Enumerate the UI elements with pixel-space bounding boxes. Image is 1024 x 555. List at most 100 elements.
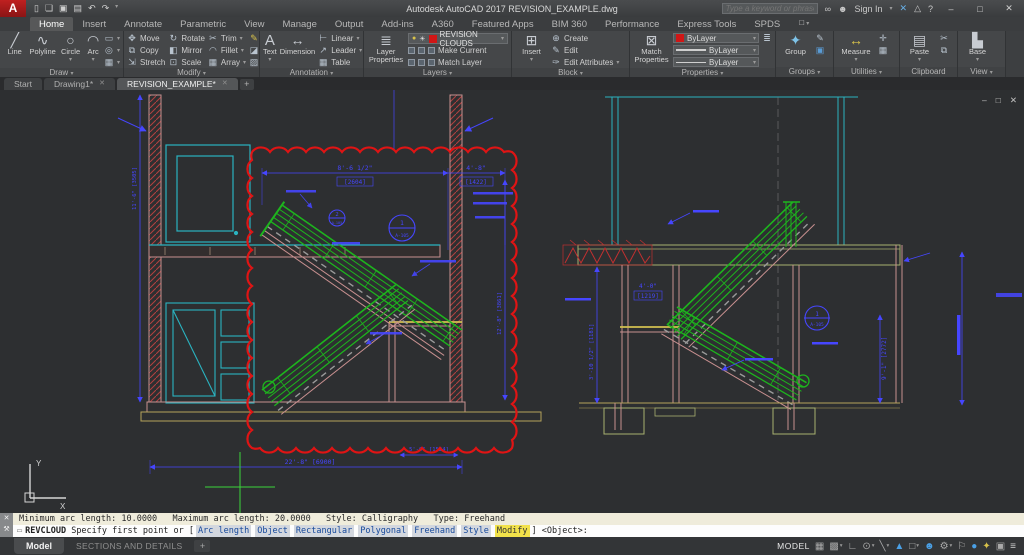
- tab-manage[interactable]: Manage: [274, 17, 326, 31]
- plot-icon[interactable]: ▤: [74, 3, 83, 14]
- copy-button[interactable]: ⧉Copy: [127, 45, 165, 56]
- close-command-icon[interactable]: ✕: [4, 514, 10, 522]
- move-button[interactable]: ✥Move: [127, 33, 165, 44]
- paste-button[interactable]: ▤Paste▾: [903, 33, 936, 64]
- explode-button[interactable]: ◪: [249, 45, 259, 56]
- model-tab[interactable]: Model: [14, 538, 64, 554]
- save-icon[interactable]: ▣: [59, 3, 68, 14]
- stretch-button[interactable]: ⇲Stretch: [127, 57, 165, 68]
- ortho-toggle-icon[interactable]: ∟: [848, 541, 858, 552]
- dimension-button[interactable]: ↔Dimension: [280, 33, 315, 56]
- a360-icon[interactable]: △: [914, 3, 921, 14]
- option-style[interactable]: Style: [461, 525, 491, 537]
- fillet-button[interactable]: ◠Fillet▾: [208, 45, 246, 56]
- panel-label-clipboard[interactable]: Clipboard: [900, 67, 957, 77]
- match-layer-button[interactable]: Match Layer: [408, 57, 508, 68]
- tab-addins[interactable]: Add-ins: [372, 17, 422, 31]
- new-layout-button[interactable]: +: [194, 540, 210, 552]
- model-space-indicator[interactable]: MODEL: [777, 541, 810, 551]
- grid-toggle-icon[interactable]: ▦: [815, 541, 824, 552]
- tab-view[interactable]: View: [235, 17, 273, 31]
- autocad-logo-icon[interactable]: A: [0, 0, 26, 17]
- viewport-minimize-icon[interactable]: –: [982, 95, 987, 106]
- point-style-button[interactable]: ✛: [878, 33, 888, 44]
- group-button[interactable]: ✦Group: [779, 33, 812, 56]
- edit-block-button[interactable]: ✎Edit: [551, 45, 619, 56]
- make-current-button[interactable]: Make Current: [408, 45, 508, 56]
- hatch-flyout[interactable]: ▦▾: [104, 57, 120, 68]
- rectangle-flyout[interactable]: ▭▾: [104, 33, 120, 44]
- workspace-switching-icon[interactable]: ⚙▾: [940, 541, 953, 552]
- close-button[interactable]: ✕: [998, 3, 1020, 14]
- minimize-button[interactable]: –: [940, 4, 962, 14]
- sign-in-link[interactable]: Sign In: [854, 4, 882, 14]
- tab-insert[interactable]: Insert: [73, 17, 115, 31]
- option-arc-length[interactable]: Arc length: [196, 525, 251, 537]
- clean-screen-icon[interactable]: ▣: [996, 541, 1005, 552]
- array-button[interactable]: ▦Array▾: [208, 57, 246, 68]
- search-input[interactable]: [722, 3, 818, 14]
- tab-home[interactable]: Home: [30, 17, 73, 31]
- measure-button[interactable]: ↔Measure▾: [837, 33, 875, 64]
- tab-spds[interactable]: SPDS: [745, 17, 789, 31]
- file-tab-start[interactable]: Start: [4, 78, 42, 90]
- customization-menu-icon[interactable]: ≡: [1010, 541, 1016, 552]
- qat-customize-icon[interactable]: ▾: [115, 3, 118, 14]
- edit-attributes-button[interactable]: ✑Edit Attributes▾: [551, 57, 619, 68]
- tab-parametric[interactable]: Parametric: [171, 17, 235, 31]
- exchange-icon[interactable]: ✕: [900, 3, 908, 14]
- option-rectangular[interactable]: Rectangular: [294, 525, 354, 537]
- cut-button[interactable]: ✂: [939, 33, 949, 44]
- quick-calc-button[interactable]: ▦: [878, 45, 888, 56]
- graphics-performance-icon[interactable]: ●: [971, 541, 977, 552]
- tab-annotate[interactable]: Annotate: [115, 17, 171, 31]
- new-icon[interactable]: ▯: [34, 3, 39, 14]
- copy-clip-button[interactable]: ⧉: [939, 45, 949, 56]
- drawing-viewport[interactable]: 8'-6 1/2" [2604] 4'-8" [1422] 11'-6" [35…: [0, 90, 1024, 513]
- mirror-button[interactable]: ◧Mirror: [168, 45, 205, 56]
- option-freehand[interactable]: Freehand: [412, 525, 457, 537]
- restore-button[interactable]: □: [969, 4, 991, 14]
- trim-button[interactable]: ✂Trim▾: [208, 33, 246, 44]
- panel-label-groups[interactable]: Groups ▾: [776, 67, 833, 77]
- layer-properties-button[interactable]: ≣Layer Properties: [367, 33, 405, 64]
- text-button[interactable]: AText▾: [263, 33, 277, 64]
- close-tab-icon[interactable]: ✕: [222, 78, 228, 90]
- viewport-restore-icon[interactable]: □: [996, 95, 1001, 106]
- close-tab-icon[interactable]: ✕: [99, 78, 105, 90]
- properties-palette-button[interactable]: ≣: [762, 33, 772, 44]
- lineweight-dropdown[interactable]: ByLayer▾: [673, 45, 759, 55]
- object-snap-icon[interactable]: ▲: [894, 541, 904, 552]
- scale-button[interactable]: ⊡Scale: [168, 57, 205, 68]
- search-icon[interactable]: ∞: [825, 4, 831, 14]
- help-icon[interactable]: ?: [928, 4, 933, 14]
- linear-button[interactable]: ⊢Linear▾: [318, 33, 362, 44]
- match-properties-button[interactable]: ⊠Match Properties: [633, 33, 670, 64]
- rotate-button[interactable]: ↻Rotate: [168, 33, 205, 44]
- panel-label-utilities[interactable]: Utilities ▾: [834, 67, 899, 77]
- group-select-button[interactable]: ▣: [815, 45, 825, 56]
- drawing-canvas[interactable]: 8'-6 1/2" [2604] 4'-8" [1422] 11'-6" [35…: [0, 90, 1024, 513]
- tab-express-tools[interactable]: Express Tools: [668, 17, 745, 31]
- create-block-button[interactable]: ⊕Create: [551, 33, 619, 44]
- tab-bim360[interactable]: BIM 360: [543, 17, 596, 31]
- undo-icon[interactable]: ↶: [88, 3, 96, 14]
- file-tab-drawing1[interactable]: Drawing1*✕: [44, 78, 115, 90]
- isolate-objects-icon[interactable]: ✦: [982, 541, 990, 552]
- customize-command-icon[interactable]: ⚒: [3, 525, 9, 533]
- annotation-monitor-icon[interactable]: ☻: [924, 541, 935, 552]
- hatch-edit-button[interactable]: ▨: [249, 57, 259, 68]
- option-polygonal[interactable]: Polygonal: [358, 525, 408, 537]
- insert-button[interactable]: ⊞Insert▾: [515, 33, 548, 64]
- ribbon-display-toggle-icon[interactable]: □ ▾: [799, 16, 809, 31]
- option-object[interactable]: Object: [255, 525, 290, 537]
- tab-performance[interactable]: Performance: [596, 17, 668, 31]
- arc-button[interactable]: ◠Arc▾: [85, 33, 101, 64]
- open-icon[interactable]: ❏: [45, 3, 53, 14]
- layer-dropdown[interactable]: ● ☀ REVISION CLOUDS ▾: [408, 33, 508, 44]
- annotation-visibility-icon[interactable]: ⚐: [957, 541, 966, 552]
- panel-label-view[interactable]: View ▾: [958, 67, 1005, 77]
- erase-button[interactable]: ✎: [249, 33, 259, 44]
- base-button[interactable]: ▙Base▾: [961, 33, 994, 64]
- sign-in-chevron-icon[interactable]: ▾: [890, 5, 893, 12]
